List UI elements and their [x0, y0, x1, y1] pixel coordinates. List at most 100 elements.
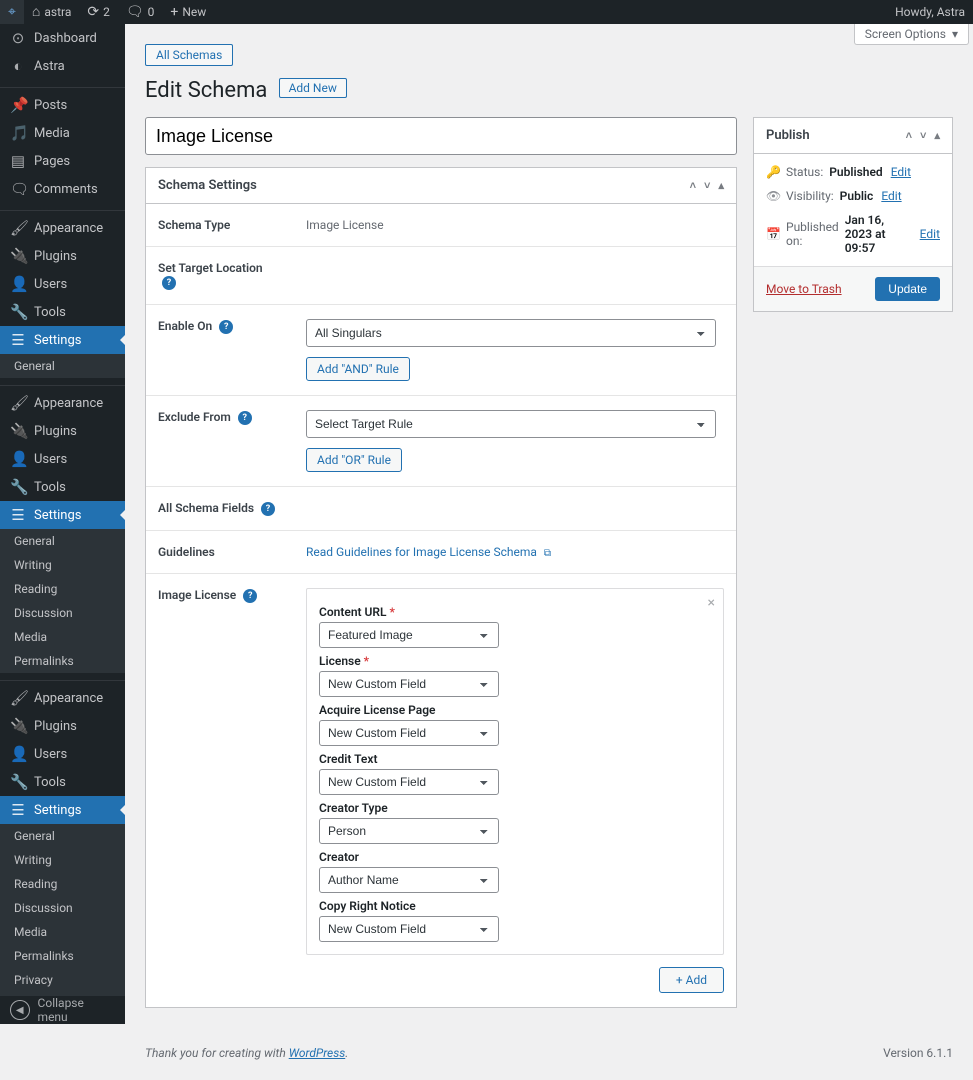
add-or-rule-button[interactable]: Add "OR" Rule [306, 448, 402, 472]
wp-logo[interactable]: ⌖ [0, 0, 24, 24]
creator-type-select[interactable]: Person [319, 818, 499, 844]
help-icon[interactable]: ? [261, 502, 275, 516]
admin-menu: ⊙Dashboard ◐Astra 📌Posts 🎵Media ▤Pages 🗨… [0, 24, 125, 1024]
sub-general[interactable]: General [0, 824, 125, 848]
sub-reading[interactable]: Reading [0, 577, 125, 601]
comments-link[interactable]: 🗨0 [118, 0, 163, 24]
menu-users[interactable]: 👤Users [0, 270, 125, 298]
menu-plugins-2[interactable]: 🔌Plugins [0, 417, 125, 445]
sub-discussion[interactable]: Discussion [0, 896, 125, 920]
field-label-text: Credit Text [319, 752, 711, 766]
exclude-from-select[interactable]: Select Target Rule [306, 410, 716, 438]
add-repeater-button[interactable]: + Add [659, 967, 724, 993]
menu-settings-2[interactable]: ☰Settings [0, 501, 125, 529]
sub-discussion[interactable]: Discussion [0, 601, 125, 625]
edit-date-link[interactable]: Edit [920, 227, 940, 241]
plugin-icon: 🔌 [10, 249, 26, 264]
creator-select[interactable]: Author Name [319, 867, 499, 893]
sub-general[interactable]: General [0, 354, 125, 378]
caret-up-icon[interactable]: ▴ [718, 179, 724, 192]
credit-text-select[interactable]: New Custom Field [319, 769, 499, 795]
sub-writing[interactable]: Writing [0, 848, 125, 872]
menu-label: Appearance [34, 221, 103, 236]
schema-title-input[interactable] [145, 117, 737, 155]
sub-media[interactable]: Media [0, 920, 125, 944]
close-icon[interactable]: × [708, 595, 715, 611]
field-label-text: Copy Right Notice [319, 899, 711, 913]
menu-label: Plugins [34, 719, 77, 734]
add-and-rule-button[interactable]: Add "AND" Rule [306, 357, 410, 381]
move-to-trash-link[interactable]: Move to Trash [766, 282, 842, 296]
chevron-down-icon[interactable]: ˅ [704, 179, 710, 192]
menu-users-2[interactable]: 👤Users [0, 445, 125, 473]
updates-link[interactable]: ⟳2 [79, 0, 117, 24]
menu-label: Comments [34, 182, 98, 197]
sub-writing[interactable]: Writing [0, 553, 125, 577]
howdy-link[interactable]: Howdy, Astra [887, 0, 973, 24]
menu-dashboard[interactable]: ⊙Dashboard [0, 24, 125, 52]
menu-users-3[interactable]: 👤Users [0, 740, 125, 768]
update-button[interactable]: Update [875, 277, 940, 301]
sub-reading[interactable]: Reading [0, 872, 125, 896]
menu-astra[interactable]: ◐Astra [0, 52, 125, 80]
image-license-label: Image License ? [146, 574, 294, 1007]
content-url-select[interactable]: Featured Image [319, 622, 499, 648]
schema-type-label: Schema Type [146, 204, 294, 246]
media-icon: 🎵 [10, 126, 26, 141]
status-label: Status: [786, 165, 823, 179]
site-link[interactable]: ⌂astra [24, 0, 79, 24]
help-icon[interactable]: ? [162, 276, 176, 290]
help-icon[interactable]: ? [243, 589, 257, 603]
enable-on-label: Enable On ? [146, 305, 294, 395]
chevron-down-icon[interactable]: ˅ [920, 129, 926, 142]
comment-icon: 🗨 [126, 5, 144, 19]
guidelines-link[interactable]: Read Guidelines for Image License Schema… [306, 545, 551, 559]
sub-media[interactable]: Media [0, 625, 125, 649]
screen-options-tab[interactable]: Screen Options ▾ [854, 24, 969, 45]
help-icon[interactable]: ? [219, 320, 233, 334]
sliders-icon: ☰ [10, 803, 26, 818]
calendar-icon: 📅 [766, 227, 780, 241]
all-schemas-button[interactable]: All Schemas [145, 44, 233, 66]
field-copyright: Copy Right Notice New Custom Field [319, 899, 711, 942]
acquire-license-select[interactable]: New Custom Field [319, 720, 499, 746]
edit-visibility-link[interactable]: Edit [881, 189, 901, 203]
menu-plugins[interactable]: 🔌Plugins [0, 242, 125, 270]
copyright-select[interactable]: New Custom Field [319, 916, 499, 942]
admin-footer: Thank you for creating with WordPress. V… [145, 1038, 953, 1060]
menu-tools[interactable]: 🔧Tools [0, 298, 125, 326]
menu-media[interactable]: 🎵Media [0, 119, 125, 147]
status-value: Published [829, 165, 882, 179]
help-icon[interactable]: ? [238, 411, 252, 425]
new-link[interactable]: +New [162, 0, 214, 24]
license-select[interactable]: New Custom Field [319, 671, 499, 697]
menu-tools-3[interactable]: 🔧Tools [0, 768, 125, 796]
menu-label: Plugins [34, 424, 77, 439]
sub-privacy[interactable]: Privacy [0, 968, 125, 992]
chevron-up-icon[interactable]: ˄ [906, 129, 912, 142]
sub-permalinks[interactable]: Permalinks [0, 944, 125, 968]
sub-permalinks[interactable]: Permalinks [0, 649, 125, 673]
sub-general[interactable]: General [0, 529, 125, 553]
astra-icon: ◐ [10, 59, 26, 74]
menu-label: Settings [34, 508, 81, 523]
menu-appearance-2[interactable]: 🖌Appearance [0, 389, 125, 417]
menu-appearance[interactable]: 🖌Appearance [0, 214, 125, 242]
menu-settings-3[interactable]: ☰Settings [0, 796, 125, 824]
menu-tools-2[interactable]: 🔧Tools [0, 473, 125, 501]
collapse-menu[interactable]: ◀ Collapse menu [0, 996, 125, 1024]
menu-pages[interactable]: ▤Pages [0, 147, 125, 175]
menu-appearance-3[interactable]: 🖌Appearance [0, 684, 125, 712]
menu-plugins-3[interactable]: 🔌Plugins [0, 712, 125, 740]
visibility-value: Public [840, 189, 874, 203]
menu-comments[interactable]: 🗨Comments [0, 175, 125, 203]
wordpress-link[interactable]: WordPress [289, 1046, 346, 1060]
add-new-button[interactable]: Add New [279, 78, 347, 98]
enable-on-select[interactable]: All Singulars [306, 319, 716, 347]
menu-settings-1[interactable]: ☰Settings [0, 326, 125, 354]
brush-icon: 🖌 [10, 396, 26, 411]
edit-status-link[interactable]: Edit [891, 165, 911, 179]
caret-up-icon[interactable]: ▴ [934, 129, 940, 142]
chevron-up-icon[interactable]: ˄ [690, 179, 696, 192]
menu-posts[interactable]: 📌Posts [0, 91, 125, 119]
